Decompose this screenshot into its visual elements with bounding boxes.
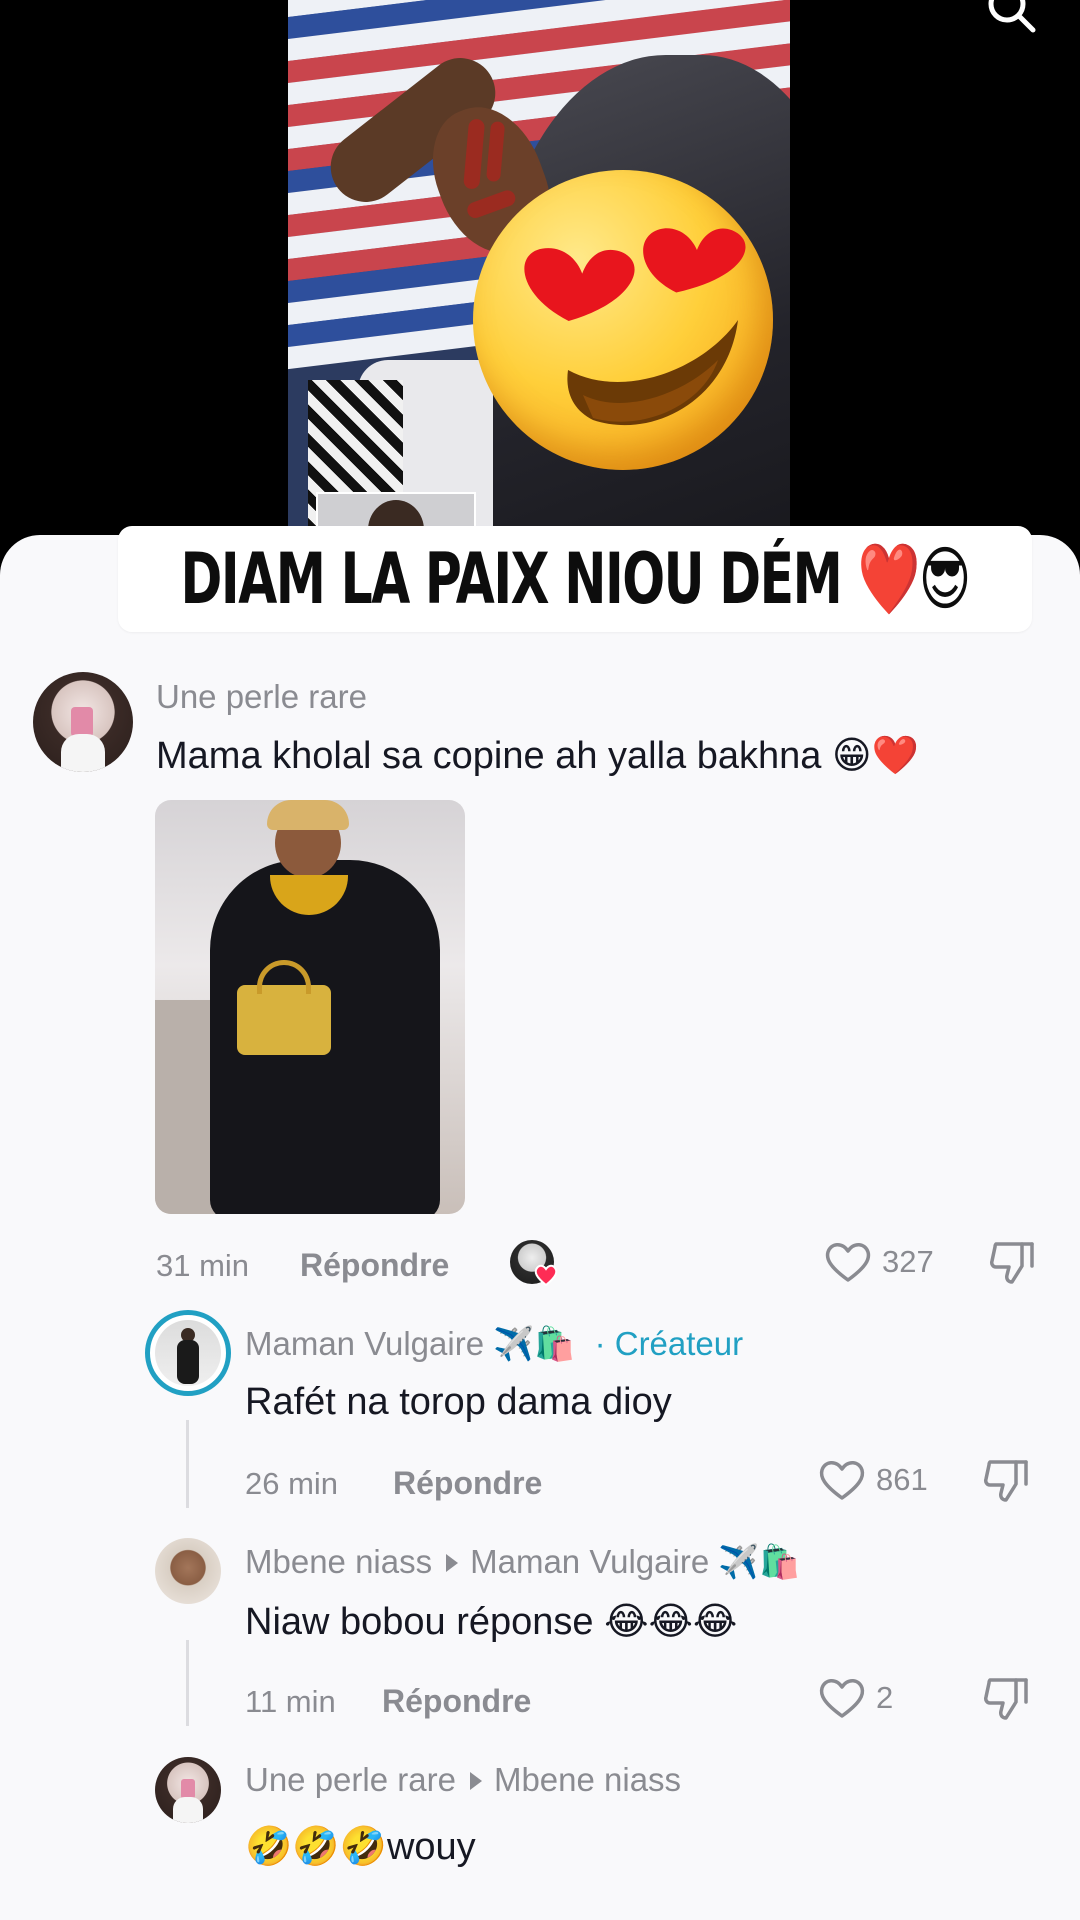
like-count: 327 <box>882 1244 934 1279</box>
reply-username[interactable]: Une perle rare <box>245 1761 456 1798</box>
avatar[interactable] <box>145 1310 231 1396</box>
video-player[interactable] <box>0 0 1080 560</box>
heart-outline-icon <box>825 1243 871 1282</box>
reply-to-username[interactable]: Maman Vulgaire ✈️🛍️ <box>470 1543 800 1580</box>
reply-arrow-icon <box>446 1554 459 1573</box>
heart-eyes-emoji-sticker <box>473 170 773 470</box>
reply-button[interactable]: Répondre <box>393 1465 542 1502</box>
like-button[interactable]: 2 <box>818 1676 893 1720</box>
reply-username[interactable]: Mbene niass <box>245 1543 432 1580</box>
reply-to-username[interactable]: Mbene niass <box>494 1761 681 1798</box>
banner-text: Diam la paix niou dém ❤️😎 <box>180 537 971 620</box>
comment-username[interactable]: Mbene niass Maman Vulgaire ✈️🛍️ <box>245 1543 801 1582</box>
avatar[interactable] <box>155 1757 221 1823</box>
reply-banner: Diam la paix niou dém ❤️😎 <box>118 526 1032 632</box>
reply-button[interactable]: Répondre <box>382 1683 531 1720</box>
avatar[interactable] <box>33 672 133 772</box>
like-button[interactable]: 327 <box>824 1240 934 1284</box>
thumbs-down-icon[interactable] <box>982 1674 1030 1722</box>
comment-username[interactable]: Une perle rare Mbene niass <box>245 1761 681 1799</box>
comment-username[interactable]: Maman Vulgaire ✈️🛍️ · Créateur <box>245 1325 743 1364</box>
thumbs-down-icon[interactable] <box>982 1456 1030 1504</box>
creator-liked-icon <box>510 1240 558 1286</box>
avatar[interactable] <box>155 1538 221 1604</box>
comment-text: Rafét na torop dama dioy <box>245 1381 672 1423</box>
comment-time: 11 min <box>245 1684 336 1719</box>
comment-text: Mama kholal sa copine ah yalla bakhna 😁❤… <box>156 735 919 777</box>
creator-badge: · Créateur <box>594 1325 744 1362</box>
reply-arrow-icon <box>469 1772 482 1791</box>
like-count: 861 <box>876 1462 928 1497</box>
thread-line <box>186 1420 189 1508</box>
search-icon[interactable] <box>985 0 1037 34</box>
like-button[interactable]: 861 <box>818 1458 928 1502</box>
comment-time: 31 min <box>156 1248 250 1283</box>
comment-username[interactable]: Une perle rare <box>156 678 367 716</box>
thread-line <box>186 1640 189 1726</box>
heart-outline-icon <box>819 1679 865 1718</box>
heart-outline-icon <box>819 1461 865 1500</box>
creator-username[interactable]: Maman Vulgaire ✈️🛍️ <box>245 1325 575 1362</box>
like-count: 2 <box>876 1680 894 1715</box>
reply-button[interactable]: Répondre <box>300 1247 449 1284</box>
comment-text: Niaw bobou réponse 😂😂😂 <box>245 1601 738 1643</box>
comment-text: 🤣🤣🤣wouy <box>245 1826 476 1868</box>
thumbs-down-icon[interactable] <box>988 1238 1036 1286</box>
comment-time: 26 min <box>245 1466 339 1501</box>
comment-attached-photo[interactable] <box>155 800 465 1214</box>
